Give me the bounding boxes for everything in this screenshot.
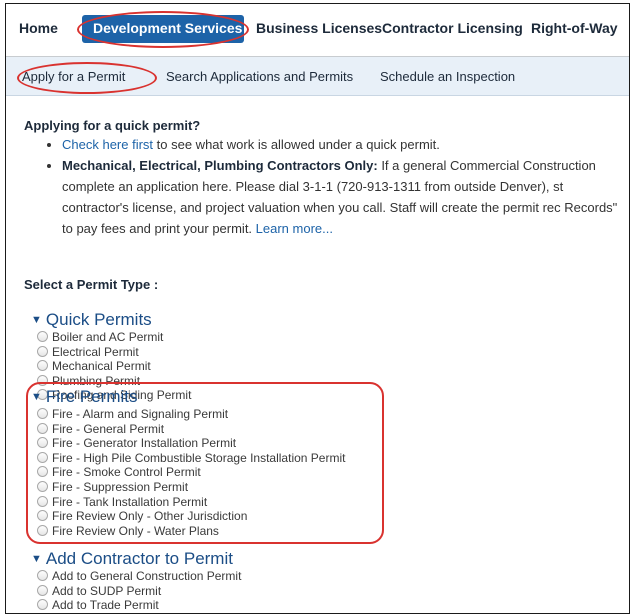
radio-button[interactable] (37, 345, 48, 357)
learn-more-link[interactable]: Learn more... (256, 221, 333, 236)
nav-contractor-licensing[interactable]: Contractor Licensing (382, 20, 523, 36)
option-label: Fire - Tank Installation Permit (52, 494, 208, 509)
option-label: Boiler and AC Permit (52, 330, 164, 344)
option-label: Fire Review Only - Other Jurisdiction (52, 509, 248, 524)
option-row[interactable]: Fire - Generator Installation Permit (37, 436, 345, 451)
radio-button[interactable] (37, 466, 48, 478)
bullet-mep-contractors: Mechanical, Electrical, Plumbing Contrac… (62, 155, 622, 239)
radio-button[interactable] (37, 451, 48, 463)
group-header-add-contractor[interactable]: ▼ Add Contractor to Permit (31, 549, 241, 569)
radio-button[interactable] (37, 437, 48, 449)
option-row[interactable]: Fire Review Only - Other Jurisdiction (37, 509, 345, 524)
nav-home[interactable]: Home (19, 20, 58, 36)
option-label: Plumbing Permit (52, 373, 141, 388)
option-row[interactable]: Boiler and AC Permit (37, 330, 191, 345)
option-row[interactable]: Fire - High Pile Combustible Storage Ins… (37, 451, 345, 466)
option-row[interactable]: Fire - Smoke Control Permit (37, 465, 345, 480)
group-title: Add Contractor to Permit (45, 549, 233, 568)
option-row[interactable]: Fire Review Only - Water Plans (37, 524, 345, 539)
caret-down-icon: ▼ (31, 314, 42, 326)
radio-button[interactable] (37, 524, 48, 536)
option-row[interactable]: Mechanical Permit (37, 359, 191, 374)
option-row[interactable]: Electrical Permit (37, 345, 191, 360)
subnav-search-applications[interactable]: Search Applications and Permits (166, 69, 353, 84)
radio-button[interactable] (37, 584, 48, 596)
option-label: Add to SUDP Permit (52, 583, 162, 598)
radio-button[interactable] (37, 510, 48, 522)
option-label: Fire - Generator Installation Permit (52, 436, 237, 451)
option-row[interactable]: Fire - Suppression Permit (37, 480, 345, 495)
check-here-first-link[interactable]: Check here first (62, 137, 153, 152)
select-permit-type-label: Select a Permit Type : (24, 277, 159, 292)
subnav-schedule-inspection[interactable]: Schedule an Inspection (380, 69, 515, 84)
nav-development-services-label: Development Services (93, 20, 243, 36)
group-header-quick-permits[interactable]: ▼ Quick Permits (31, 310, 191, 330)
radio-button[interactable] (37, 570, 48, 581)
option-label: Fire - Alarm and Signaling Permit (52, 407, 229, 421)
option-row[interactable]: Add to General Construction Permit (37, 569, 241, 584)
option-row[interactable]: Add to SUDP Permit (37, 584, 241, 599)
option-label: Fire - Smoke Control Permit (52, 465, 201, 480)
option-label: Fire - High Pile Combustible Storage Ins… (52, 450, 346, 465)
group-title: Quick Permits (45, 310, 152, 329)
option-row[interactable]: Fire - General Permit (37, 422, 345, 437)
radio-button[interactable] (37, 599, 48, 611)
intro-bullets: Check here first to see what work is all… (24, 134, 629, 239)
option-row[interactable]: Fire - Tank Installation Permit (37, 495, 345, 510)
radio-button[interactable] (37, 480, 48, 492)
group-add-contractor: ▼ Add Contractor to Permit Add to General… (31, 549, 241, 613)
radio-button[interactable] (37, 331, 48, 342)
nav-business-licenses[interactable]: Business Licenses (256, 20, 382, 36)
nav-development-services[interactable]: Development Services (82, 15, 244, 43)
page-frame: Home Development Services Business Licen… (5, 3, 630, 614)
sub-navigation: Apply for a Permit Search Applications a… (6, 57, 629, 96)
option-label: Add to Trade Permit (52, 598, 159, 613)
radio-button[interactable] (37, 360, 48, 372)
option-label: Electrical Permit (52, 344, 139, 359)
bullet-check-first: Check here first to see what work is all… (62, 134, 629, 155)
group-title: Fire Permits (45, 387, 138, 406)
option-label: Fire - Suppression Permit (52, 479, 189, 494)
option-label: Fire - General Permit (52, 421, 165, 436)
top-navigation: Home Development Services Business Licen… (6, 4, 629, 57)
option-label: Add to General Construction Permit (52, 569, 242, 583)
radio-button[interactable] (37, 422, 48, 434)
option-row[interactable]: Fire - Alarm and Signaling Permit (37, 407, 345, 422)
group-header-fire-permits[interactable]: ▼ Fire Permits (31, 387, 345, 407)
bullet1-text: to see what work is allowed under a quic… (153, 137, 440, 152)
mep-contractors-label: Mechanical, Electrical, Plumbing Contrac… (62, 158, 378, 173)
option-label: Fire Review Only - Water Plans (52, 523, 219, 538)
caret-down-icon: ▼ (31, 391, 42, 403)
option-row[interactable]: Add to Trade Permit (37, 598, 241, 613)
nav-right-of-way[interactable]: Right-of-Way (531, 20, 618, 36)
radio-button[interactable] (37, 374, 48, 386)
option-label: Mechanical Permit (52, 359, 151, 374)
quick-permit-heading: Applying for a quick permit? (24, 118, 201, 133)
radio-button[interactable] (37, 408, 48, 419)
caret-down-icon: ▼ (31, 553, 42, 565)
subnav-apply-for-permit[interactable]: Apply for a Permit (22, 69, 125, 84)
radio-button[interactable] (37, 495, 48, 507)
group-fire-permits: ▼ Fire Permits Fire - Alarm and Signaling… (31, 387, 345, 538)
